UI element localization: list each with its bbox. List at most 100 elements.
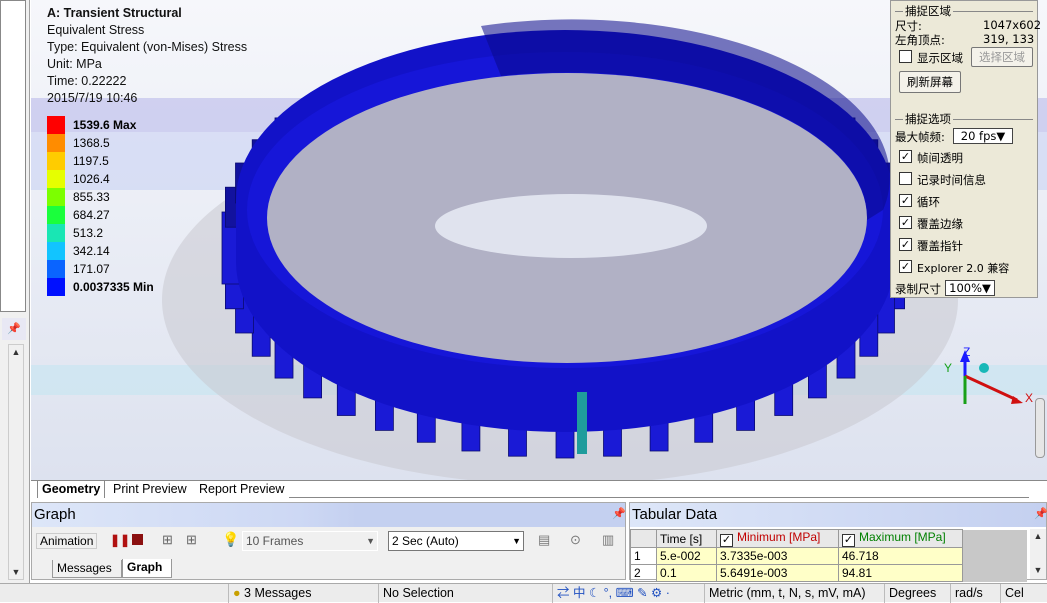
- table-cell: 2: [630, 564, 657, 582]
- pause-icon[interactable]: ❚❚: [110, 533, 130, 547]
- column-header-time[interactable]: Time [s]: [656, 529, 717, 548]
- capture-option-label: 记录时间信息: [917, 173, 986, 187]
- details-scrollbar[interactable]: ▲ ▼: [8, 344, 24, 580]
- table-cell: 0.1: [656, 564, 717, 582]
- tab-geometry[interactable]: Geometry: [37, 481, 106, 498]
- record-size-select[interactable]: 100%▼: [945, 280, 995, 296]
- tab-report-preview[interactable]: Report Preview: [195, 481, 288, 498]
- legend-label: 1368.5: [73, 136, 110, 150]
- graph-title: Graph: [34, 506, 76, 523]
- legend-entry: 1539.6 Max: [47, 116, 187, 134]
- outline-panel: [0, 0, 26, 312]
- column-header-minimum[interactable]: ✓ Minimum [MPa]: [716, 529, 839, 548]
- table-row[interactable]: 1 5.e-002 3.7335e-003 46.718: [630, 547, 1027, 565]
- tab-graph[interactable]: Graph: [122, 559, 172, 578]
- tabular-data-panel: Tabular Data 📌 Time [s] ✓ Minimum [MPa] ✓…: [629, 502, 1047, 582]
- tab-print-preview[interactable]: Print Preview: [109, 481, 191, 498]
- capture-option-label: 覆盖指针: [917, 239, 963, 253]
- max-fps-label: 最大帧频:: [895, 130, 945, 144]
- table-cell: 3.7335e-003: [716, 547, 839, 565]
- capture-option-checkbox[interactable]: ✓: [899, 194, 912, 207]
- distributed-frames-icon[interactable]: ⊞: [186, 532, 197, 548]
- max-fps-select[interactable]: 20 fps▼: [953, 128, 1013, 144]
- tabular-title: Tabular Data: [632, 506, 718, 523]
- chart-icon[interactable]: ▥: [602, 532, 614, 548]
- result-unit: Unit: MPa: [47, 57, 102, 71]
- chevron-down-icon: ▼: [512, 536, 521, 546]
- capture-option-label: Explorer 2.0 兼容: [917, 262, 1010, 275]
- view-tabs: Geometry Print Preview Report Preview: [31, 480, 1047, 498]
- stop-icon[interactable]: [132, 534, 143, 545]
- capture-option-label: 覆盖边缘: [917, 217, 963, 231]
- legend-entry: 0.0037335 Min: [47, 278, 187, 296]
- capture-option-checkbox[interactable]: [899, 172, 912, 185]
- legend-entry: 513.2: [47, 224, 187, 242]
- pin-icon[interactable]: 📌: [612, 507, 626, 520]
- show-area-checkbox[interactable]: [899, 50, 912, 63]
- unit-system[interactable]: Metric (mm, t, N, s, mV, mA): [704, 584, 884, 603]
- graph-header: Graph 📌: [32, 503, 626, 527]
- table-cell: 1: [630, 547, 657, 565]
- scroll-down-icon[interactable]: ▼: [1031, 563, 1045, 577]
- scroll-up-icon[interactable]: ▲: [1031, 529, 1045, 543]
- legend-entry: 171.07: [47, 260, 187, 278]
- ime-toolbar[interactable]: ⇄ 中 ☾ °, ⌨ ✎ ⚙ ·: [552, 584, 704, 603]
- capture-option-checkbox[interactable]: ✓: [899, 238, 912, 251]
- capture-option-checkbox[interactable]: ✓: [899, 216, 912, 229]
- legend-label: 855.33: [73, 190, 110, 204]
- export-video-icon[interactable]: ▤: [538, 532, 550, 548]
- table-row[interactable]: 2 0.1 5.6491e-003 94.81: [630, 564, 1027, 582]
- frames-icon[interactable]: ⊞: [162, 532, 173, 548]
- origin-value: 319, 133: [983, 32, 1035, 46]
- legend-entry: 1197.5: [47, 152, 187, 170]
- triad-x-label: X: [1025, 391, 1033, 405]
- result-time: Time: 0.22222: [47, 74, 127, 88]
- show-area-label: 显示区域: [917, 51, 963, 65]
- analysis-title: A: Transient Structural: [47, 6, 182, 20]
- capture-option-label: 循环: [917, 195, 940, 209]
- scroll-down-icon[interactable]: ▼: [9, 565, 23, 579]
- capture-option-label: 帧间透明: [917, 151, 963, 165]
- temperature-units[interactable]: Cel: [1000, 584, 1047, 603]
- lightbulb-icon[interactable]: 💡: [222, 531, 239, 548]
- legend-label: 342.14: [73, 244, 110, 258]
- legend-swatch: [47, 152, 65, 170]
- zoom-slider[interactable]: [1035, 398, 1045, 458]
- angle-units[interactable]: Degrees: [884, 584, 950, 603]
- maximum-checkbox[interactable]: ✓: [842, 534, 855, 547]
- legend-label: 684.27: [73, 208, 110, 222]
- legend-entry: 342.14: [47, 242, 187, 260]
- frames-select[interactable]: 10 Frames ▼: [242, 531, 378, 551]
- capture-option-checkbox[interactable]: ✓: [899, 150, 912, 163]
- table-cell: 46.718: [838, 547, 963, 565]
- table-scrollbar[interactable]: ▲ ▼: [1030, 529, 1046, 579]
- rate-units[interactable]: rad/s: [950, 584, 1000, 603]
- legend-label: 1539.6 Max: [73, 118, 137, 132]
- legend-swatch: [47, 116, 65, 134]
- capture-option-checkbox[interactable]: ✓: [899, 260, 912, 273]
- capture-options-group: 捕捉选项: [895, 111, 1033, 127]
- left-panel-strip: 📌 ▲ ▼: [0, 0, 30, 602]
- zoom-to-fit-icon[interactable]: ⊙: [570, 532, 581, 548]
- pin-icon[interactable]: 📌: [2, 318, 26, 340]
- duration-select[interactable]: 2 Sec (Auto) ▼: [388, 531, 524, 551]
- column-header-maximum[interactable]: ✓ Maximum [MPa]: [838, 529, 963, 548]
- legend-swatch: [47, 170, 65, 188]
- triad-z-label: Z: [963, 345, 970, 359]
- legend-entry: 1368.5: [47, 134, 187, 152]
- inner-hole: [435, 194, 707, 258]
- select-area-button[interactable]: 选择区域: [971, 47, 1033, 67]
- scroll-up-icon[interactable]: ▲: [9, 345, 23, 359]
- tab-messages[interactable]: Messages: [52, 560, 122, 578]
- tabular-table: Time [s] ✓ Minimum [MPa] ✓ Maximum [MPa] 1…: [630, 529, 1027, 582]
- legend-entry: 855.33: [47, 188, 187, 206]
- pin-icon[interactable]: 📌: [1034, 507, 1047, 520]
- refresh-screen-button[interactable]: 刷新屏幕: [899, 71, 961, 93]
- minimum-checkbox[interactable]: ✓: [720, 534, 733, 547]
- status-bar: ● 3 Messages No Selection ⇄ 中 ☾ °, ⌨ ✎ ⚙…: [0, 583, 1047, 603]
- legend-label: 513.2: [73, 226, 104, 240]
- messages-status[interactable]: ● 3 Messages: [228, 584, 378, 603]
- graph-panel: Graph 📌 Animation ❚❚ ⊞ ⊞ 💡 10 Frames ▼ 2 …: [31, 502, 626, 580]
- legend-entry: 684.27: [47, 206, 187, 224]
- legend-swatch: [47, 278, 65, 296]
